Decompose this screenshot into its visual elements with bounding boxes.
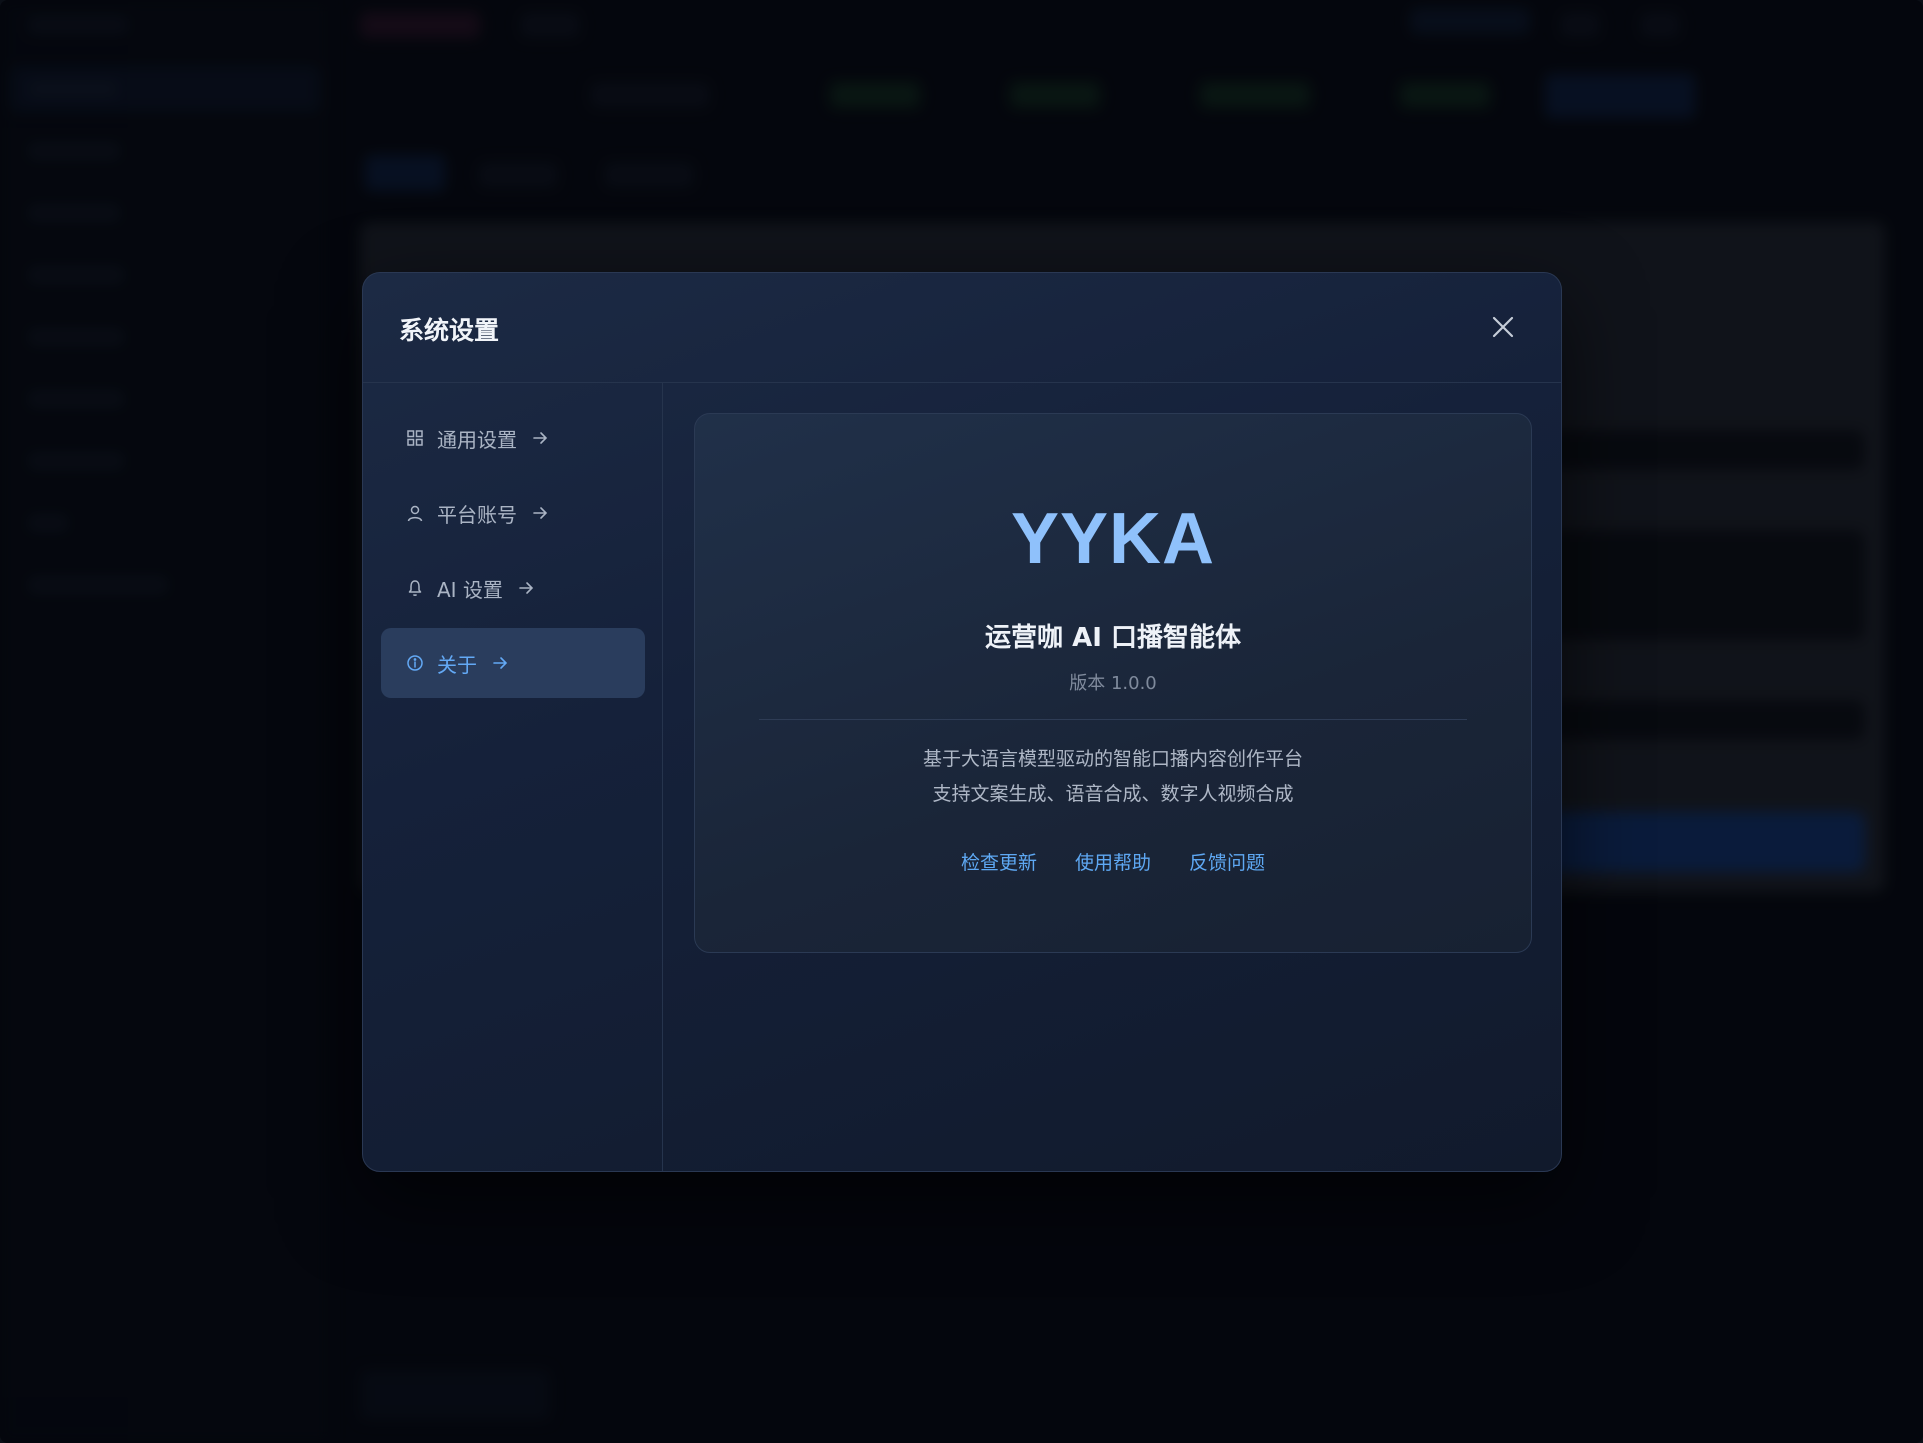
version-label: 版本 1.0.0 xyxy=(1069,673,1157,694)
arrow-right-icon xyxy=(531,429,549,447)
about-card: YYKA 运营咖 AI 口播智能体 版本 1.0.0 基于大语言模型驱动的智能口… xyxy=(694,413,1532,953)
app-window: 系统设置 通用设置 平台账号 AI 设置 关于 YYKA 运营咖 AI 口播智能… xyxy=(0,0,1923,1443)
nav-item-label: 关于 xyxy=(437,652,477,677)
nav-item-label: 平台账号 xyxy=(437,502,517,527)
bell-icon xyxy=(405,578,425,598)
arrow-right-icon xyxy=(517,579,535,597)
description-line: 基于大语言模型驱动的智能口播内容创作平台 xyxy=(922,748,1303,770)
close-icon xyxy=(1492,316,1514,338)
description-line: 支持文案生成、语音合成、数字人视频合成 xyxy=(932,783,1294,805)
user-icon xyxy=(405,503,425,523)
nav-item-platform-accounts[interactable]: 平台账号 xyxy=(381,478,645,548)
nav-item-general[interactable]: 通用设置 xyxy=(381,403,645,473)
divider xyxy=(759,719,1467,720)
modal-header: 系统设置 xyxy=(363,273,1561,383)
info-icon xyxy=(405,653,425,673)
close-button[interactable] xyxy=(1485,309,1521,345)
nav-item-label: 通用设置 xyxy=(437,427,517,452)
settings-nav: 通用设置 平台账号 AI 设置 关于 xyxy=(363,383,663,1171)
arrow-right-icon xyxy=(531,504,549,522)
settings-modal: 系统设置 通用设置 平台账号 AI 设置 关于 YYKA 运营咖 AI 口播智能… xyxy=(362,272,1562,1172)
help-link[interactable]: 使用帮助 xyxy=(1075,848,1151,875)
product-name: 运营咖 AI 口播智能体 xyxy=(985,623,1241,653)
feedback-link[interactable]: 反馈问题 xyxy=(1189,848,1265,875)
brand-logo-text: YYKA xyxy=(1010,499,1216,579)
about-links: 检查更新 使用帮助 反馈问题 xyxy=(695,848,1531,875)
modal-title: 系统设置 xyxy=(399,316,500,345)
arrow-right-icon xyxy=(491,654,509,672)
nav-item-about[interactable]: 关于 xyxy=(381,628,645,698)
nav-item-label: AI 设置 xyxy=(437,577,503,602)
nav-item-ai-settings[interactable]: AI 设置 xyxy=(381,553,645,623)
grid-icon xyxy=(405,428,425,448)
check-update-link[interactable]: 检查更新 xyxy=(961,848,1037,875)
